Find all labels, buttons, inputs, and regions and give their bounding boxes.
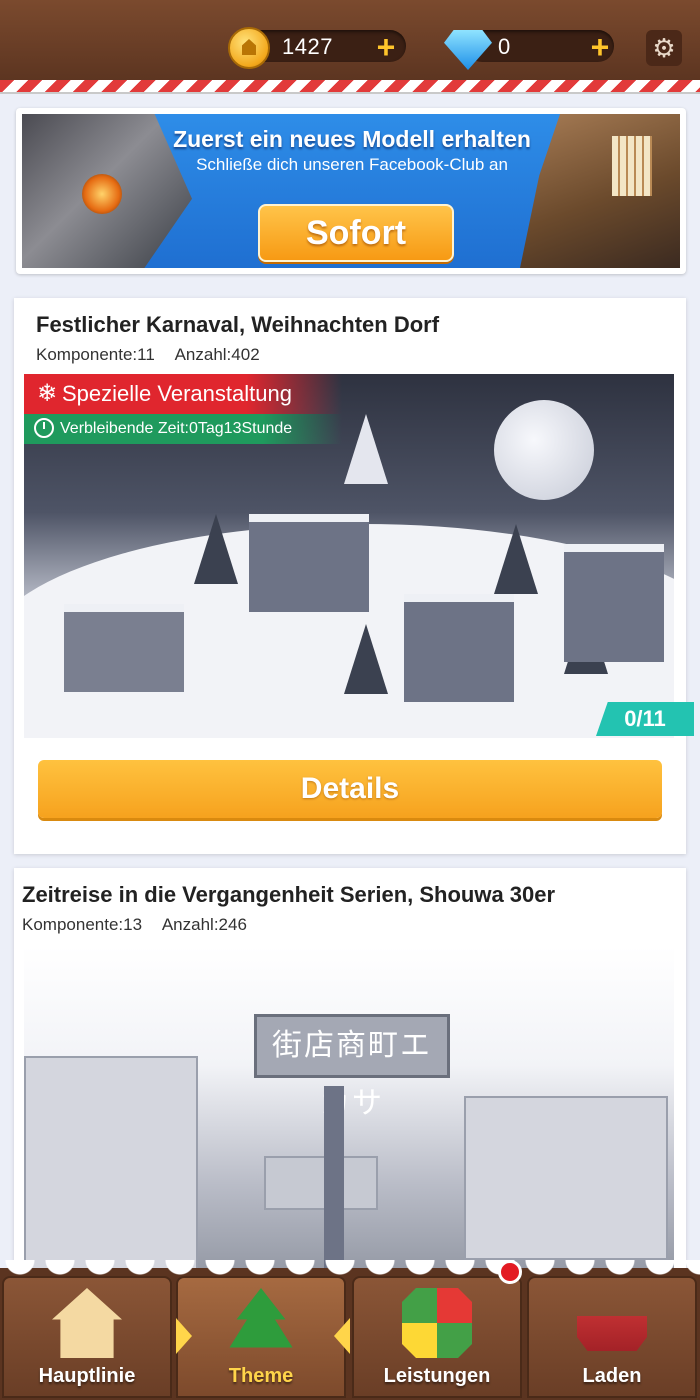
notification-dot — [498, 1260, 522, 1284]
snowflake-icon: ❄ — [36, 380, 58, 407]
sleigh-icon — [577, 1316, 647, 1351]
piece-count: Anzahl:246 — [161, 915, 247, 934]
progress-tag: 0/11 — [596, 702, 694, 736]
component-count: Komponente:13 — [22, 915, 143, 934]
victorian-house — [564, 544, 664, 662]
gingerbread-house-icon — [52, 1288, 122, 1358]
tab-theme[interactable]: Theme — [176, 1276, 346, 1398]
diamond-icon — [444, 30, 492, 70]
piece-count: Anzahl:402 — [174, 345, 260, 364]
banner-title: Zuerst ein neues Modell erhalten — [173, 126, 531, 152]
tab-hauptlinie[interactable]: Hauptlinie — [2, 1276, 172, 1398]
showa-street-image[interactable]: 街店商町エカサ — [24, 946, 674, 1288]
banner-subtitle: Schließe dich unseren Facebook-Club an — [196, 155, 508, 174]
event-label: Spezielle Veranstaltung — [62, 381, 292, 406]
theme-card[interactable]: Festlicher Karnaval, Weihnachten Dorf Ko… — [14, 298, 694, 854]
active-tab-arrow-right — [176, 1318, 192, 1354]
tab-label: Hauptlinie — [38, 1365, 136, 1387]
coin-count: 1427 — [282, 34, 333, 59]
active-tab-arrow-left — [334, 1318, 350, 1354]
facebook-club-banner[interactable]: Zuerst ein neues Modell erhalten Schließ… — [16, 108, 686, 274]
moon — [494, 400, 594, 500]
special-event-badge: ❄ Spezielle Veranstaltung — [24, 374, 342, 414]
banner-artwork: Zuerst ein neues Modell erhalten Schließ… — [22, 114, 680, 268]
details-button[interactable]: Details — [38, 760, 662, 818]
top-bar: 1427 + 0 + ⚙ — [0, 0, 700, 94]
clock-icon — [34, 418, 54, 438]
tab-laden[interactable]: Laden — [527, 1276, 697, 1398]
gem-count: 0 — [498, 34, 511, 59]
christmas-tree-icon — [229, 1288, 293, 1348]
tab-label: Leistungen — [383, 1365, 491, 1387]
carousel — [64, 604, 184, 692]
theme-card[interactable]: Zeitreise in die Vergangenheit Serien, S… — [14, 868, 686, 1288]
bottom-navigation: Hauptlinie Theme Leistungen Laden — [0, 1260, 700, 1400]
theme-title: Zeitreise in die Vergangenheit Serien, S… — [22, 882, 556, 907]
theme-stats: Komponente:13 Anzahl:246 — [22, 915, 263, 935]
remaining-time-label: Verbleibende Zeit:0Tag13Stunde — [60, 420, 293, 437]
theme-stats: Komponente:11 Anzahl:402 — [36, 345, 276, 365]
remaining-time-badge: Verbleibende Zeit:0Tag13Stunde — [24, 414, 342, 444]
vintage-bus — [264, 1156, 378, 1210]
tree — [344, 624, 388, 694]
church-house — [249, 514, 369, 612]
component-count: Komponente:11 — [36, 345, 155, 364]
settings-button[interactable]: ⚙ — [646, 30, 682, 66]
join-now-button[interactable]: Sofort — [258, 204, 454, 262]
add-coins-button[interactable]: + — [372, 31, 400, 63]
shopping-street-gate: 街店商町エカサ — [254, 1014, 450, 1120]
add-gems-button[interactable]: + — [586, 31, 614, 63]
tab-label: Laden — [582, 1365, 642, 1387]
row-shops — [464, 1096, 668, 1260]
blocks-icon — [402, 1288, 472, 1358]
tree — [194, 514, 238, 584]
pharmacy-shop — [24, 1056, 198, 1288]
christmas-village-image[interactable]: ❄ Spezielle Veranstaltung Verbleibende Ze… — [24, 374, 674, 738]
tree — [494, 524, 538, 594]
theme-title: Festlicher Karnaval, Weihnachten Dorf — [36, 312, 440, 337]
tree — [344, 414, 388, 484]
gear-icon: ⚙ — [652, 33, 676, 63]
shop-house — [404, 594, 514, 702]
tab-leistungen[interactable]: Leistungen — [352, 1276, 522, 1398]
coin-icon — [228, 27, 270, 69]
street-pole — [324, 1086, 344, 1286]
tab-label: Theme — [228, 1365, 294, 1387]
